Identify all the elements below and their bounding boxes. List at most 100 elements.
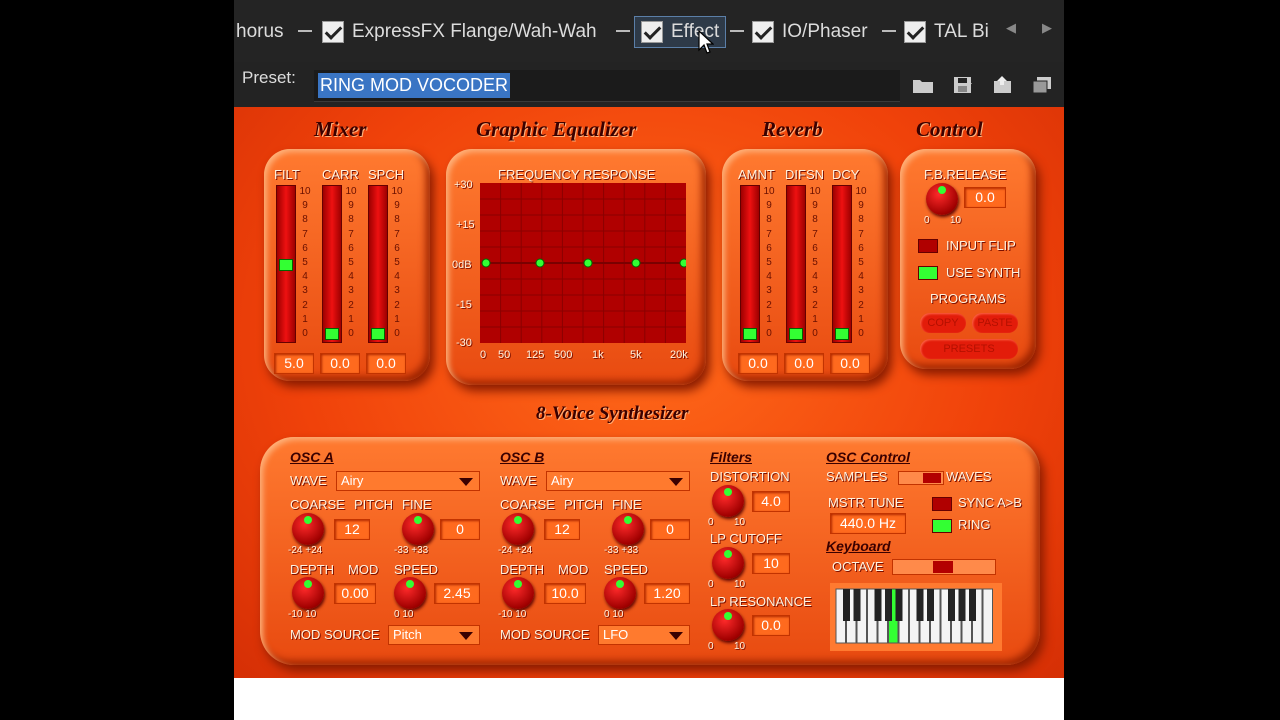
osc-b-mod-source-value: LFO [603,627,629,642]
preset-combobox[interactable]: RING MOD VOCODER [314,70,972,102]
mstr-tune-value[interactable]: 440.0 Hz [830,513,906,534]
piano-white-key[interactable] [982,588,993,644]
osc-b-speed-knob[interactable] [604,577,636,609]
fx-item-tal[interactable]: TAL Bi [904,16,992,48]
reverb-value-difsn[interactable]: 0.0 [784,353,824,374]
copy-icon[interactable] [1032,76,1054,94]
fb-release-knob[interactable] [926,183,958,215]
piano-black-key[interactable] [874,589,882,621]
distortion-value[interactable]: 4.0 [752,491,790,512]
save-icon[interactable] [952,76,974,94]
eq-band-point[interactable] [679,258,686,268]
osc-a-mod-source-select[interactable]: Pitch [388,625,480,645]
fx-item-label: horus [236,21,284,42]
piano-black-key[interactable] [948,589,955,621]
enable-checkbox[interactable] [322,21,344,43]
lp-cutoff-value[interactable]: 10 [752,553,790,574]
open-folder-icon[interactable] [912,76,934,94]
mixer-fader-spch[interactable] [368,185,388,343]
osc-b-depth-value[interactable]: 10.0 [544,583,586,604]
piano-black-key[interactable] [843,589,850,621]
fx-item-chorus[interactable]: horus [236,16,284,48]
osc-b-fine-knob[interactable] [612,513,644,545]
osc-a-depth-value[interactable]: 0.00 [334,583,376,604]
piano-black-key[interactable] [853,589,861,621]
reverb-value-dcy[interactable]: 0.0 [830,353,870,374]
enable-checkbox[interactable] [904,21,926,43]
mixer-fader-carr[interactable] [322,185,342,343]
presets-menu-button[interactable]: PRESETS [920,339,1018,359]
osc-b-coarse-knob[interactable] [502,513,534,545]
mixer-value-carr[interactable]: 0.0 [320,353,360,374]
piano-keys[interactable] [835,588,993,644]
ring-toggle[interactable] [932,519,952,533]
fader-handle[interactable] [371,328,385,340]
samples-waves-switch[interactable] [898,471,944,485]
mixer-fader-filt[interactable] [276,185,296,343]
osc-a-speed-knob[interactable] [394,577,426,609]
osc-control-title: OSC Control [826,449,910,465]
fader-handle[interactable] [279,259,293,271]
piano-black-key[interactable] [927,589,934,621]
sync-toggle[interactable] [932,497,952,511]
osc-b-wave-select[interactable]: Airy [546,471,690,491]
piano-black-key[interactable] [895,589,903,621]
osc-a-fine-value[interactable]: 0 [440,519,480,540]
mixer-label-spch: SPCH [368,167,405,182]
preset-value[interactable]: RING MOD VOCODER [318,73,511,98]
reverb-fader-dcy[interactable] [832,185,852,343]
eq-band-point[interactable] [535,258,545,268]
osc-b-depth-knob[interactable] [502,577,534,609]
eq-response-graph[interactable] [480,183,686,343]
keyboard-title: Keyboard [826,538,891,554]
eq-band-point[interactable] [631,258,641,268]
lp-resonance-knob[interactable] [712,609,744,641]
piano-black-key[interactable] [958,589,966,621]
osc-a-depth-knob[interactable] [292,577,324,609]
osc-b-pitch-value[interactable]: 12 [544,519,580,540]
scroll-right-icon[interactable]: ▶ [1042,20,1052,36]
osc-a-pitch-value[interactable]: 12 [334,519,370,540]
copy-program-button[interactable]: COPY [920,313,966,333]
fader-handle[interactable] [743,328,757,340]
osc-b-depth-range: -10 10 [498,609,527,620]
eq-band-point[interactable] [583,258,593,268]
reverb-value-amnt[interactable]: 0.0 [738,353,778,374]
fb-release-value[interactable]: 0.0 [964,187,1006,208]
enable-checkbox[interactable] [752,21,774,43]
export-icon[interactable] [992,76,1014,94]
octave-slider-thumb[interactable] [933,561,953,573]
fx-item-flange-wah[interactable]: ExpressFX Flange/Wah-Wah [322,16,597,48]
piano-black-key[interactable] [916,589,924,621]
osc-b-fine-value[interactable]: 0 [650,519,690,540]
eq-band-point[interactable] [481,258,491,268]
lp-resonance-value[interactable]: 0.0 [752,615,790,636]
piano-black-key[interactable] [969,589,976,621]
octave-slider[interactable] [892,559,996,575]
mixer-value-filt[interactable]: 5.0 [274,353,314,374]
paste-program-button[interactable]: PASTE [972,313,1018,333]
fader-handle[interactable] [789,328,803,340]
use-synth-toggle[interactable] [918,266,938,280]
osc-b-speed-value[interactable]: 1.20 [644,583,690,604]
distortion-knob[interactable] [712,485,744,517]
input-flip-toggle[interactable] [918,239,938,253]
enable-checkbox[interactable] [641,21,663,43]
fader-handle[interactable] [835,328,849,340]
osc-a-wave-select[interactable]: Airy [336,471,480,491]
scroll-left-icon[interactable]: ◀ [1006,20,1016,36]
fx-item-io-phaser[interactable]: IO/Phaser [752,16,868,48]
osc-a-fine-knob[interactable] [402,513,434,545]
reverb-fader-difsn[interactable] [786,185,806,343]
osc-b-mod-source-select[interactable]: LFO [598,625,690,645]
lp-cutoff-knob[interactable] [712,547,744,579]
piano-black-key[interactable] [885,589,892,621]
reverb-fader-amnt[interactable] [740,185,760,343]
osc-a-speed-value[interactable]: 2.45 [434,583,480,604]
osc-a-wave-value: Airy [341,473,364,488]
osc-a-coarse-knob[interactable] [292,513,324,545]
mixer-value-spch[interactable]: 0.0 [366,353,406,374]
control-panel: F.B.RELEASE 0.0 0 10 INPUT FLIP USE SYNT… [900,149,1036,369]
fader-handle[interactable] [325,328,339,340]
keyboard-display[interactable] [830,583,1002,651]
